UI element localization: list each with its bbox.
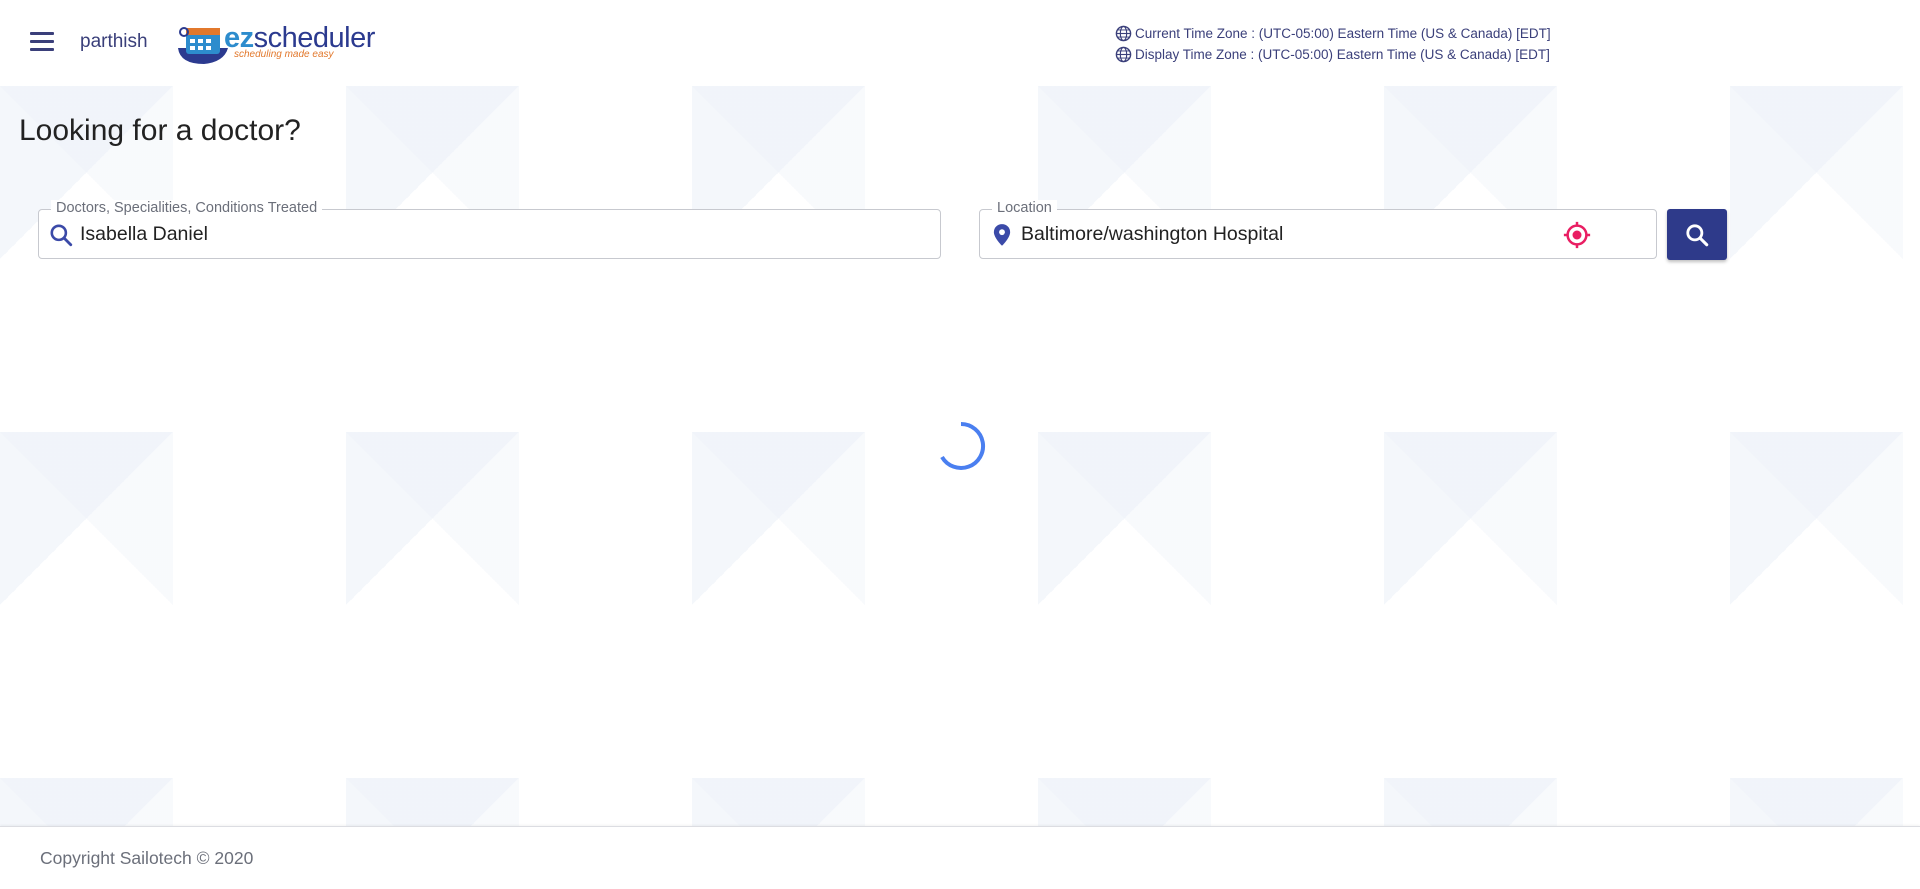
doctor-search-input[interactable]	[80, 223, 861, 246]
doctor-field-label: Doctors, Specialities, Conditions Treate…	[51, 200, 323, 216]
copyright-text: Copyright Sailotech © 2020	[40, 848, 254, 868]
location-pin-icon	[993, 224, 1011, 246]
globe-icon	[1115, 25, 1132, 42]
hamburger-menu-icon[interactable]	[30, 32, 54, 52]
username-label: parthish	[80, 31, 148, 52]
search-icon	[50, 224, 73, 247]
ezscheduler-logo[interactable]: ezscheduler scheduling made easy	[174, 18, 384, 68]
display-timezone-text: Display Time Zone : (UTC-05:00) Eastern …	[1135, 47, 1550, 62]
search-button[interactable]	[1667, 209, 1727, 260]
display-timezone-row: Display Time Zone : (UTC-05:00) Eastern …	[1115, 44, 1551, 65]
globe-icon	[1115, 46, 1132, 63]
locate-crosshair-icon[interactable]	[1562, 220, 1592, 250]
location-input[interactable]	[1021, 223, 1577, 246]
location-field-label: Location	[992, 200, 1057, 216]
footer: Copyright Sailotech © 2020	[0, 826, 1920, 889]
top-header: parthish ezscheduler scheduling made eas…	[0, 0, 1920, 86]
search-icon	[1686, 223, 1709, 246]
current-timezone-text: Current Time Zone : (UTC-05:00) Eastern …	[1135, 26, 1551, 41]
location-field[interactable]: Location	[979, 200, 1657, 259]
page: parthish ezscheduler scheduling made eas…	[0, 0, 1920, 889]
doctor-search-field[interactable]: Doctors, Specialities, Conditions Treate…	[38, 200, 941, 259]
logo-tagline: scheduling made easy	[234, 49, 334, 60]
current-timezone-row: Current Time Zone : (UTC-05:00) Eastern …	[1115, 23, 1551, 44]
page-title: Looking for a doctor?	[19, 114, 301, 147]
timezone-info: Current Time Zone : (UTC-05:00) Eastern …	[1115, 23, 1551, 65]
loading-spinner	[940, 421, 986, 470]
